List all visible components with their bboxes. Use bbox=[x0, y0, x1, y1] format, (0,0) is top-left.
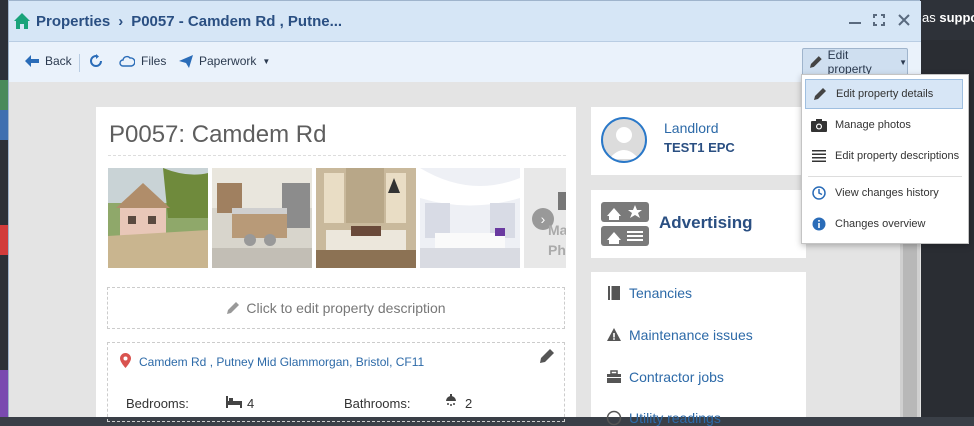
files-label: Files bbox=[141, 54, 167, 68]
toolbox-icon bbox=[607, 370, 621, 383]
caret-down-icon: ▼ bbox=[262, 56, 271, 66]
title-divider bbox=[108, 155, 566, 156]
back-label: Back bbox=[45, 54, 72, 68]
title-bar: Properties › P0057 - Camdem Rd , Putne... bbox=[9, 1, 921, 41]
manage-photos-overlay-label: Ma Ph bbox=[548, 222, 566, 258]
photo-edge bbox=[558, 192, 566, 210]
breadcrumb: Properties › P0057 - Camdem Rd , Putne... bbox=[36, 13, 342, 30]
menu-item-label: Edit property details bbox=[836, 88, 934, 100]
book-icon bbox=[608, 286, 620, 300]
paperwork-label: Paperwork bbox=[199, 54, 257, 68]
background-text: as suppo bbox=[922, 10, 974, 25]
warning-icon bbox=[607, 328, 621, 341]
gauge-icon bbox=[606, 410, 622, 426]
edit-property-button[interactable]: Edit property ▼ bbox=[802, 48, 908, 76]
pencil-icon bbox=[227, 302, 240, 314]
back-button[interactable]: Back bbox=[25, 54, 72, 68]
bathrooms-value: 2 bbox=[465, 396, 473, 411]
property-photo-exterior[interactable] bbox=[108, 168, 208, 268]
property-title: P0057: Camdem Rd bbox=[109, 121, 327, 148]
maximize-icon[interactable] bbox=[871, 13, 887, 29]
utility-readings-link[interactable]: Utility readings bbox=[629, 410, 721, 426]
paper-plane-icon bbox=[179, 54, 193, 68]
maintenance-issues-link[interactable]: Maintenance issues bbox=[629, 327, 753, 343]
menu-item-changes-overview[interactable]: Changes overview bbox=[802, 209, 968, 239]
files-button[interactable]: Files bbox=[119, 54, 166, 68]
info-icon bbox=[811, 216, 827, 232]
pencil-icon bbox=[809, 56, 822, 68]
breadcrumb-current: P0057 - Camdem Rd , Putne... bbox=[131, 13, 343, 30]
pencil-icon bbox=[812, 86, 828, 102]
breadcrumb-root[interactable]: Properties bbox=[36, 13, 110, 30]
menu-item-label: Edit property descriptions bbox=[835, 150, 960, 162]
property-address-link[interactable]: Camdem Rd , Putney Mid Glammorgan, Brist… bbox=[139, 355, 424, 369]
edit-address-icon[interactable] bbox=[539, 348, 555, 364]
bathrooms-label: Bathrooms: bbox=[344, 396, 411, 411]
menu-item-edit-property-details[interactable]: Edit property details bbox=[805, 79, 963, 109]
advertising-label[interactable]: Advertising bbox=[659, 213, 753, 233]
edit-property-label: Edit property bbox=[827, 48, 872, 76]
bedrooms-label: Bedrooms: bbox=[126, 396, 189, 411]
landlord-label[interactable]: Landlord bbox=[664, 120, 719, 136]
menu-item-manage-photos[interactable]: Manage photos bbox=[802, 110, 968, 140]
list-icon bbox=[811, 148, 827, 164]
shower-icon bbox=[446, 394, 456, 406]
menu-divider bbox=[808, 176, 962, 177]
menu-item-label: Manage photos bbox=[835, 119, 911, 131]
menu-item-label: View changes history bbox=[835, 187, 939, 199]
landlord-name[interactable]: TEST1 EPC bbox=[664, 140, 735, 155]
advertising-icon bbox=[601, 202, 649, 246]
description-placeholder: Click to edit property description bbox=[246, 300, 446, 316]
desktop-left-strip bbox=[0, 0, 8, 417]
home-icon[interactable] bbox=[13, 12, 31, 30]
minimize-icon[interactable] bbox=[847, 13, 863, 29]
tenancies-link[interactable]: Tenancies bbox=[629, 285, 692, 301]
property-description-box[interactable]: Click to edit property description bbox=[107, 287, 565, 329]
edit-property-dropdown: Edit property details Manage photos Edit… bbox=[801, 74, 969, 244]
contractor-jobs-link[interactable]: Contractor jobs bbox=[629, 369, 724, 385]
arrow-left-icon bbox=[25, 55, 39, 67]
camera-icon bbox=[811, 117, 827, 133]
paperwork-button[interactable]: Paperwork ▼ bbox=[179, 54, 270, 68]
menu-item-label: Changes overview bbox=[835, 218, 926, 230]
clock-icon bbox=[811, 185, 827, 201]
toolbar: Back Files Paperwork ▼ Edit property ▼ bbox=[9, 41, 921, 83]
bedrooms-value: 4 bbox=[247, 396, 255, 411]
menu-item-edit-property-descriptions[interactable]: Edit property descriptions bbox=[802, 141, 968, 171]
bed-icon bbox=[226, 396, 242, 408]
breadcrumb-separator: › bbox=[118, 13, 124, 30]
property-menu-card bbox=[591, 272, 806, 417]
refresh-button[interactable] bbox=[89, 54, 103, 68]
property-photo-living-room[interactable] bbox=[316, 168, 416, 268]
landlord-avatar bbox=[601, 117, 647, 163]
property-photo-lounge[interactable] bbox=[420, 168, 520, 268]
more-photos-panel[interactable]: › Ma Ph bbox=[524, 168, 566, 268]
property-photo-kitchen[interactable] bbox=[212, 168, 312, 268]
cloud-icon bbox=[119, 55, 135, 67]
close-icon[interactable] bbox=[896, 13, 912, 29]
menu-item-view-changes-history[interactable]: View changes history bbox=[802, 178, 968, 208]
refresh-icon bbox=[90, 54, 102, 67]
map-pin-icon bbox=[120, 353, 131, 368]
toolbar-divider bbox=[79, 54, 80, 72]
caret-down-icon: ▼ bbox=[899, 57, 907, 67]
